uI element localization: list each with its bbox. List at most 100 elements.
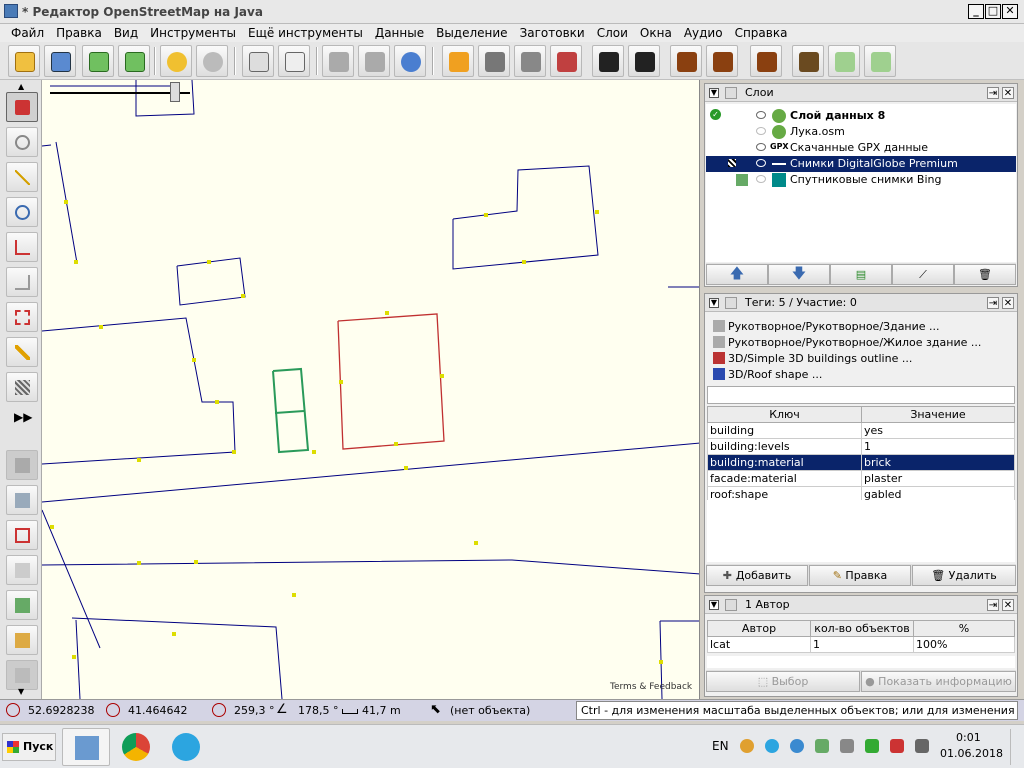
zoom-tool-button[interactable]: [6, 197, 38, 227]
author-name[interactable]: lcat: [707, 636, 811, 653]
menu-selection[interactable]: Выделение: [430, 24, 513, 42]
clock-time[interactable]: 0:01: [956, 731, 981, 744]
barrier-preset-button[interactable]: [514, 45, 546, 77]
tag-key[interactable]: facade:material: [707, 470, 862, 487]
move-up-button[interactable]: 🡅: [706, 264, 768, 285]
hidden-eye-icon[interactable]: [756, 127, 766, 135]
industrial-preset-button[interactable]: [792, 45, 824, 77]
revert-button[interactable]: [864, 45, 896, 77]
undo-button[interactable]: [160, 45, 192, 77]
visible-eye-icon[interactable]: [756, 159, 766, 167]
percent-column-header[interactable]: %: [913, 620, 1015, 637]
map-canvas[interactable]: [42, 80, 700, 699]
bus-preset-button[interactable]: [628, 45, 660, 77]
merge-nodes-button[interactable]: [358, 45, 390, 77]
delete-tag-button[interactable]: 🗑 Удалить: [912, 565, 1016, 586]
edit-tag-button[interactable]: ✎ Правка: [809, 565, 911, 586]
language-indicator[interactable]: EN: [712, 739, 729, 753]
josm-taskbar-button[interactable]: [62, 728, 110, 766]
zoom-slider[interactable]: [50, 82, 190, 102]
layer-item[interactable]: Спутниковые снимки Bing: [706, 172, 1016, 188]
layer-item-selected[interactable]: Снимки DigitalGlobe Premium: [706, 156, 1016, 172]
car-preset-button[interactable]: [592, 45, 624, 77]
redo-button[interactable]: [196, 45, 228, 77]
close-button[interactable]: ✕: [1002, 4, 1018, 19]
tag-key[interactable]: building:material: [707, 454, 862, 471]
info-preset-button[interactable]: [670, 45, 702, 77]
menu-tools[interactable]: Инструменты: [144, 24, 242, 42]
table-row[interactable]: lcat 1 100%: [707, 636, 1015, 653]
undock-icon[interactable]: ⇥: [987, 599, 999, 611]
merge-layer-button[interactable]: ▤: [830, 264, 892, 285]
preferences-button[interactable]: [242, 45, 274, 77]
save-button[interactable]: [44, 45, 76, 77]
tag-key[interactable]: building: [707, 422, 862, 439]
visible-eye-icon[interactable]: [756, 143, 766, 151]
layer-item[interactable]: Лука.osm: [706, 124, 1016, 140]
author-percent[interactable]: 100%: [913, 636, 1015, 653]
count-column-header[interactable]: кол-во объектов: [810, 620, 914, 637]
zoom-slider-handle[interactable]: [170, 82, 180, 102]
menu-help[interactable]: Справка: [729, 24, 794, 42]
collapse-icon[interactable]: ▼: [709, 298, 719, 308]
close-panel-icon[interactable]: ✕: [1002, 297, 1014, 309]
value-column-header[interactable]: Значение: [861, 406, 1015, 423]
tag-key[interactable]: building:levels: [707, 438, 862, 455]
tray-app-icon[interactable]: [740, 739, 754, 753]
preset-link[interactable]: Рукотворное/Рукотворное/Жилое здание ...: [713, 336, 981, 352]
menu-windows[interactable]: Окна: [634, 24, 678, 42]
minimize-button[interactable]: _: [968, 4, 984, 19]
scroll-up-icon[interactable]: ▲: [18, 82, 24, 91]
tag-inspector-button[interactable]: [278, 45, 310, 77]
menu-audio[interactable]: Аудио: [678, 24, 729, 42]
edit-tool-button[interactable]: [6, 337, 38, 367]
show-desktop-button[interactable]: [1010, 729, 1020, 765]
menu-presets[interactable]: Заготовки: [514, 24, 591, 42]
table-row[interactable]: facade:material plaster: [707, 470, 1015, 487]
more-tools-icon[interactable]: ▶▶: [14, 410, 32, 424]
menu-data[interactable]: Данные: [369, 24, 430, 42]
menu-more-tools[interactable]: Ещё инструменты: [242, 24, 369, 42]
collapse-icon[interactable]: ▼: [709, 88, 719, 98]
tag-value[interactable]: 1: [861, 438, 1015, 455]
author-count[interactable]: 1: [810, 636, 914, 653]
table-row[interactable]: building yes: [707, 422, 1015, 439]
maximize-button[interactable]: □: [985, 4, 1001, 19]
menu-edit[interactable]: Правка: [50, 24, 108, 42]
lasso-tool-button[interactable]: [6, 127, 38, 157]
author-column-header[interactable]: Автор: [707, 620, 811, 637]
tags-toggle-button[interactable]: [6, 485, 38, 515]
move-down-button[interactable]: 🡇: [768, 264, 830, 285]
tag-value[interactable]: plaster: [861, 470, 1015, 487]
telegram-taskbar-button[interactable]: [162, 728, 210, 766]
preset-link[interactable]: 3D/Simple 3D buildings outline ...: [713, 352, 912, 368]
map-view[interactable]: Terms & Feedback: [42, 80, 700, 699]
authors-button[interactable]: [6, 625, 38, 655]
update-data-button[interactable]: [394, 45, 426, 77]
preset-link[interactable]: Рукотворное/Рукотворное/Здание ...: [713, 320, 940, 336]
preset-link[interactable]: 3D/Roof shape ...: [713, 368, 822, 384]
show-info-button[interactable]: ● Показать информацию: [861, 671, 1016, 692]
add-tag-button[interactable]: ✚ Добавить: [706, 565, 808, 586]
draw-tool-button[interactable]: [6, 162, 38, 192]
layer-item[interactable]: ✓ Слой данных 8: [706, 108, 1016, 124]
delete-layer-button[interactable]: 🗑: [954, 264, 1016, 285]
building-tool-button[interactable]: [6, 372, 38, 402]
select-tool-button[interactable]: [6, 92, 38, 122]
history-button[interactable]: [6, 660, 38, 690]
parallel-tool-button[interactable]: [6, 267, 38, 297]
undock-icon[interactable]: ⇥: [987, 297, 999, 309]
menu-view[interactable]: Вид: [108, 24, 144, 42]
tag-value[interactable]: brick: [861, 454, 1015, 471]
telegram-tray-icon[interactable]: [765, 739, 779, 753]
tray-check-icon[interactable]: [865, 739, 879, 753]
select-author-button[interactable]: ⬚ Выбор: [706, 671, 860, 692]
improve-way-tool-button[interactable]: [6, 232, 38, 262]
tray-app-icon[interactable]: [790, 739, 804, 753]
extrude-tool-button[interactable]: [6, 302, 38, 332]
menu-file[interactable]: Файл: [0, 24, 50, 42]
osmose-button[interactable]: [828, 45, 860, 77]
table-row[interactable]: building:levels 1: [707, 438, 1015, 455]
menu-layers[interactable]: Слои: [591, 24, 634, 42]
railway-preset-button[interactable]: [478, 45, 510, 77]
